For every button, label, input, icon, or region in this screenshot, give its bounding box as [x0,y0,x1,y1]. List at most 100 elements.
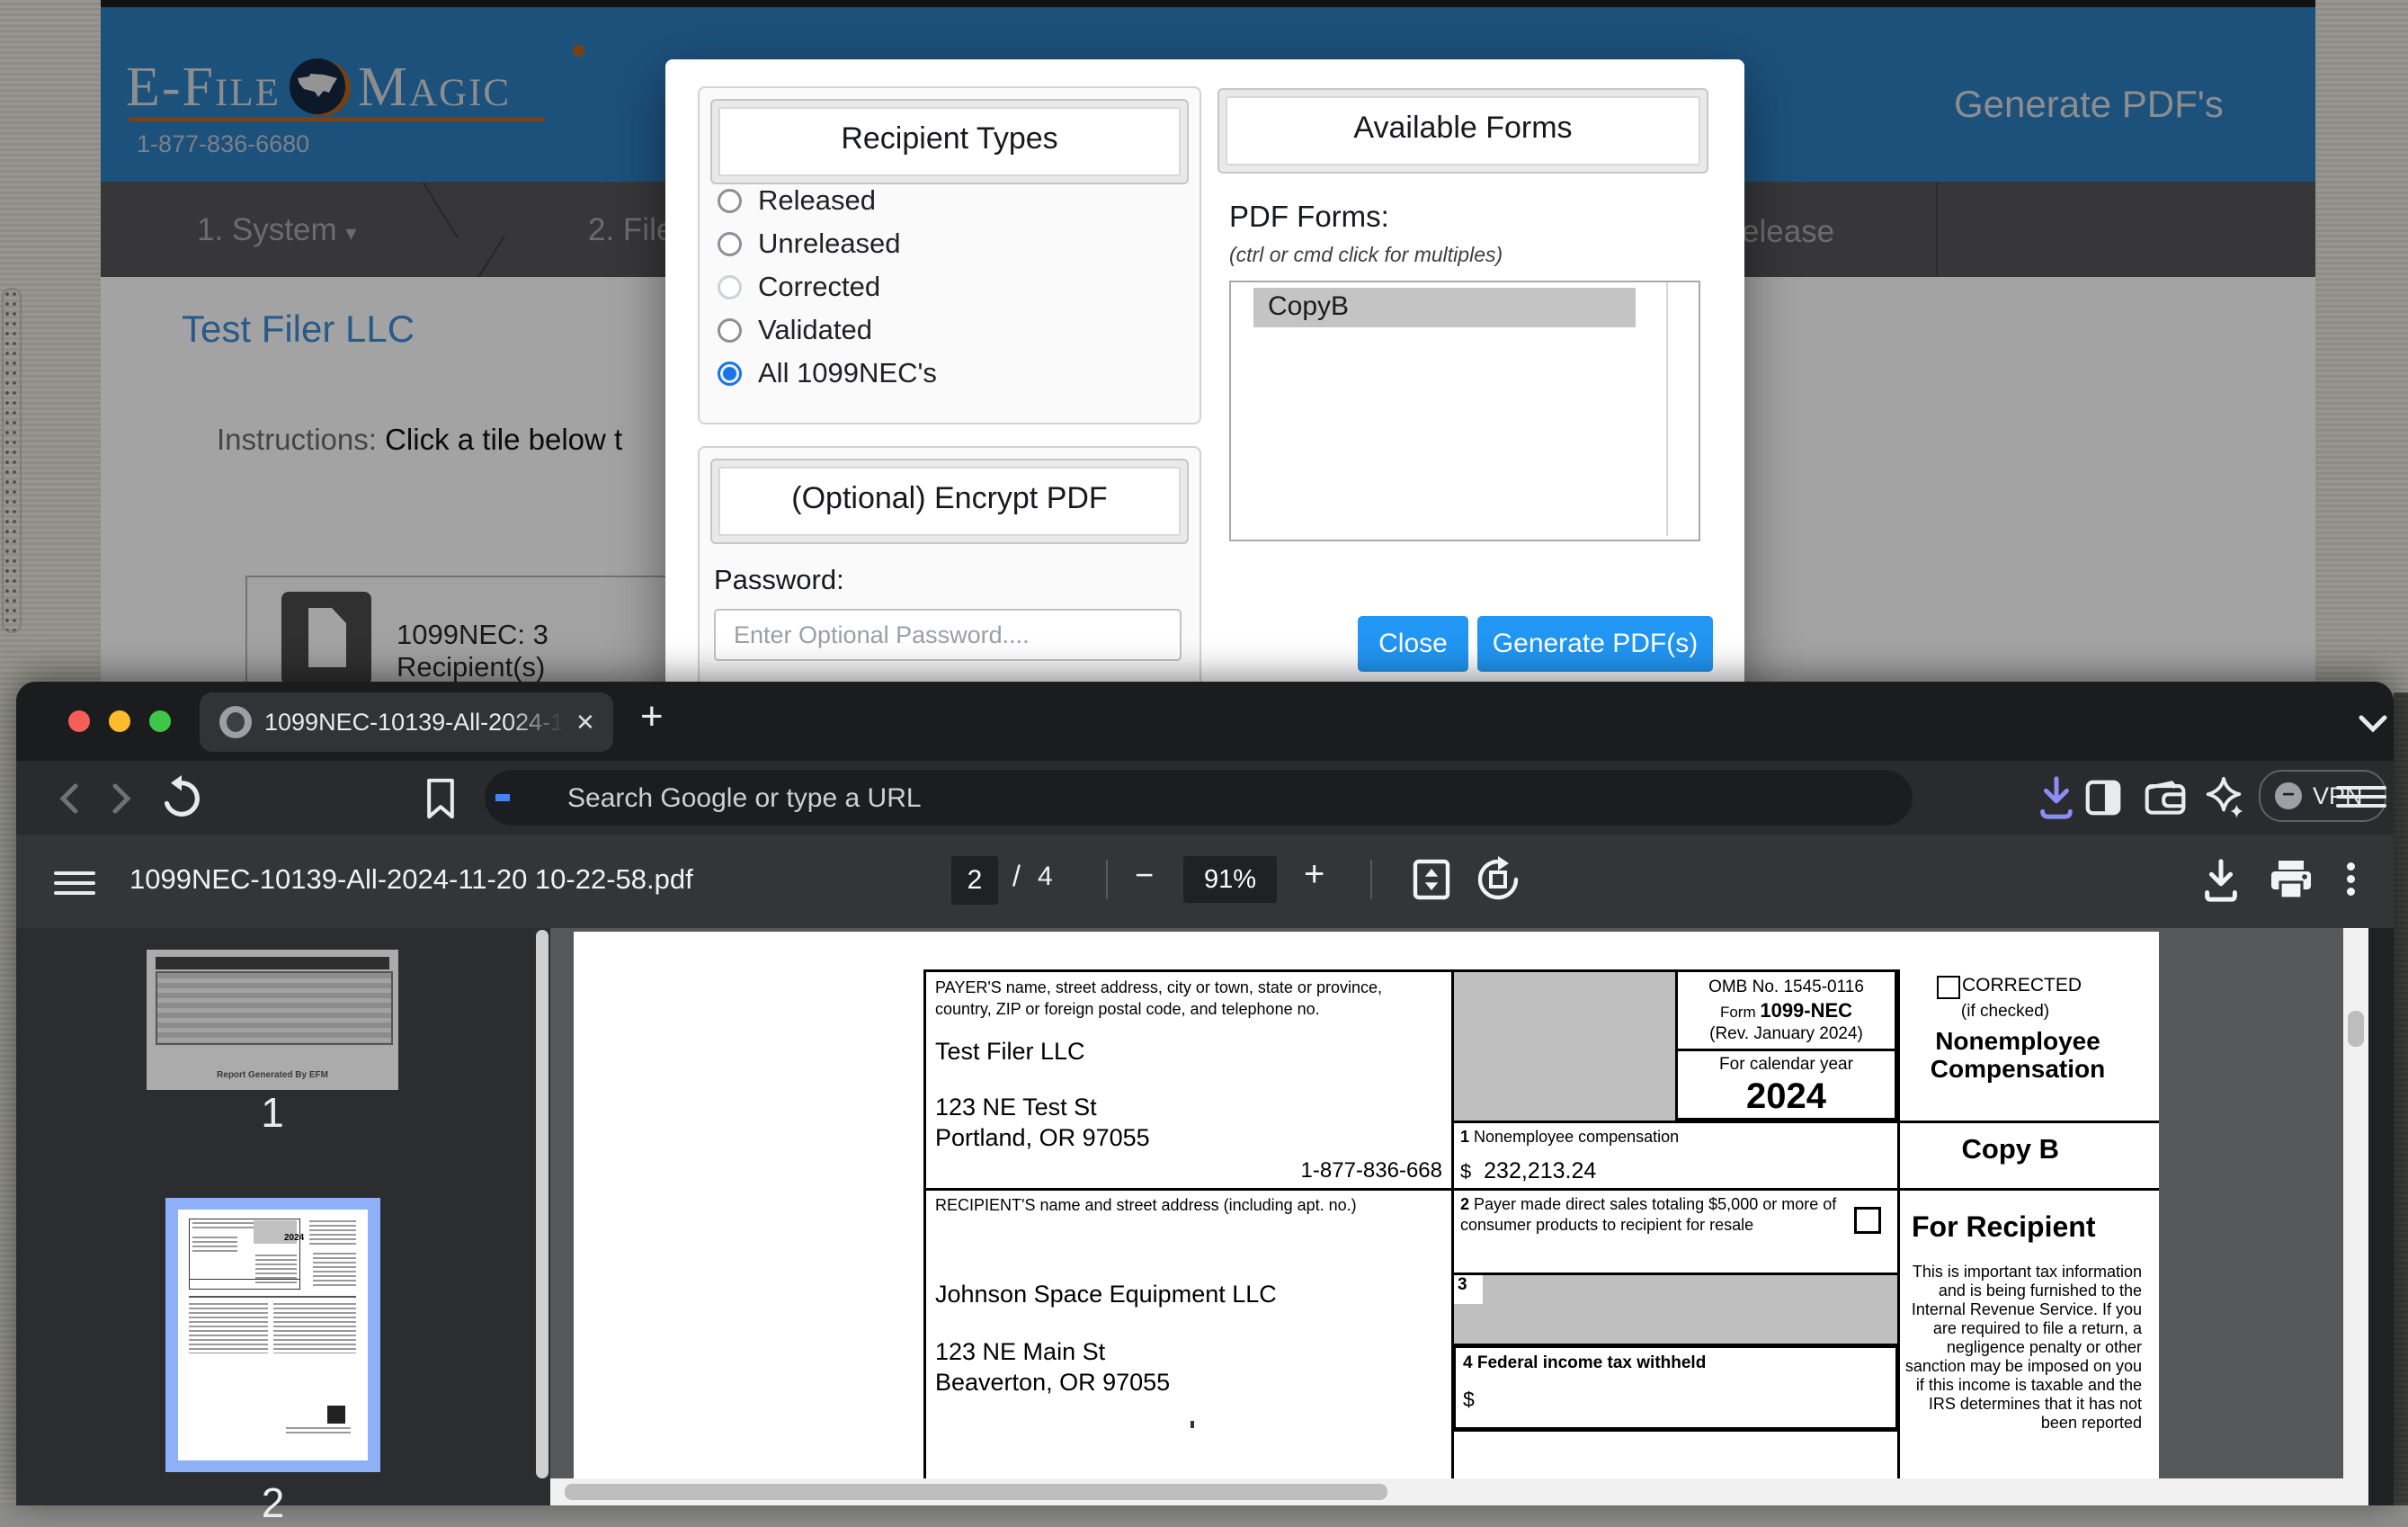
radio-all-1099nec[interactable]: All 1099NEC's [718,357,937,389]
desktop-right-dark [2394,692,2408,1505]
desktop-right-strip [2315,0,2408,692]
pdf-page: OMB No. 1545-0116 Form 1099-NEC (Rev. Ja… [574,932,2159,1478]
pdf-forms-label: PDF Forms: [1229,200,1389,234]
omb-number: OMB No. 1545-0116 [1678,978,1895,997]
bookmark-icon[interactable] [421,775,460,822]
thumbnail2-label: 2 [165,1478,380,1527]
viewer-vscrollbar[interactable] [2343,928,2368,1505]
tab-favicon [219,706,252,738]
corrected-label: CORRECTED [1962,975,2082,996]
radio-label: All 1099NEC's [758,357,937,389]
back-icon[interactable] [52,779,85,818]
omb-box: OMB No. 1545-0116 Form 1099-NEC (Rev. Ja… [1675,969,1897,1121]
address-bar-text: Search Google or type a URL [567,783,922,814]
pdf-forms-hint: (ctrl or cmd click for multiples) [1229,243,1503,267]
pdf-filename: 1099NEC-10139-All-2024-11-20 10-22-58.pd… [129,863,693,896]
page-total: 4 [1038,862,1053,892]
payer-address2: Portland, OR 97055 [935,1124,1150,1152]
box3-area [1454,1275,1897,1344]
encrypt-pdf-header: (Optional) Encrypt PDF [710,459,1189,544]
form-number: 1099-NEC [1760,999,1852,1022]
radio-icon-selected[interactable] [718,362,742,386]
payer-phone: 1-877-836-668 [1203,1158,1442,1183]
pdf-viewer-canvas[interactable]: OMB No. 1545-0116 Form 1099-NEC (Rev. Ja… [550,928,2368,1505]
recipient-types-title: Recipient Types [718,107,1181,176]
tab-close-icon[interactable]: ✕ [575,709,595,737]
address-bar[interactable]: Search Google or type a URL [485,770,1913,826]
encrypt-pdf-group: (Optional) Encrypt PDF Password: [698,446,1201,710]
pdf-sidebar-toggle-icon[interactable] [54,865,95,901]
thumbnail-sidebar: Report Generated By EFM 1 2024 [16,928,550,1505]
encrypt-pdf-title: (Optional) Encrypt PDF [718,467,1181,536]
payer-label: PAYER'S name, street address, city or to… [935,977,1434,1020]
browser-toolbar: Search Google or type a URL − VPN [16,761,2394,835]
split-view-icon[interactable] [2082,777,2124,818]
forward-icon[interactable] [106,779,138,818]
speaker-grille [2,288,22,633]
box4: 4 Federal income tax withheld $ [1451,1344,1900,1432]
zoom-level[interactable]: 91% [1183,856,1277,903]
download-pdf-icon[interactable] [2199,858,2243,903]
radio-released[interactable]: Released [718,184,876,217]
radio-unreleased[interactable]: Unreleased [718,228,901,260]
browser-menu-icon[interactable] [2336,781,2386,813]
pdf-forms-listbox[interactable]: CopyB [1229,281,1700,541]
payer-tin-area [1454,972,1675,1121]
radio-label: Released [758,184,876,217]
recipient-name: Johnson Space Equipment LLC [935,1281,1277,1308]
tab-strip: 1099NEC-10139-All-2024-11 ✕ + [16,682,2394,761]
rotate-icon[interactable] [1475,856,1521,903]
zoom-in-button[interactable]: + [1304,854,1324,895]
minimize-window-button[interactable] [109,710,130,732]
generate-pdf-dialog: Recipient Types Released Unreleased Corr… [665,59,1744,707]
thumbnail-page-2[interactable]: 2024 [165,1198,380,1472]
payer-name: Test Filer LLC [935,1038,1085,1066]
radio-corrected[interactable]: Corrected [718,271,880,303]
toolbar-divider [1370,860,1372,899]
close-button[interactable]: Close [1358,616,1468,672]
calendar-year: 2024 [1678,1076,1895,1117]
radio-validated[interactable]: Validated [718,314,872,346]
listbox-scrollbar[interactable] [1666,282,1668,536]
new-tab-button[interactable]: + [640,694,664,739]
copy-b-label: Copy B [1904,1133,2059,1165]
recipient-address2: Beaverton, OR 97055 [935,1369,1170,1397]
recipient-note: This is important tax information and is… [1903,1263,2142,1433]
sidebar-scrollbar[interactable] [536,930,548,1478]
vpn-status-icon: − [2275,782,2302,809]
kebab-menu-icon[interactable] [2347,858,2355,900]
page-number-input[interactable] [951,856,998,905]
thumbnail-page-1[interactable]: Report Generated By EFM [147,950,398,1090]
box3-chip: 3 [1454,1275,1483,1304]
thumbnail1-label: 1 [147,1088,398,1137]
radio-label: Corrected [758,271,880,303]
box1-amount: $ 232,213.24 [1460,1158,1596,1184]
if-checked-label: (if checked) [1897,1002,2113,1022]
thumbnail1-caption: Report Generated By EFM [147,1070,398,1080]
browser-tab[interactable]: 1099NEC-10139-All-2024-11 ✕ [200,692,613,752]
download-nav-icon[interactable] [2036,775,2077,820]
password-input[interactable] [714,609,1182,661]
zoom-out-button[interactable]: − [1135,856,1154,894]
radio-icon[interactable] [718,189,742,213]
generate-pdfs-button[interactable]: Generate PDF(s) [1477,616,1713,672]
box4-dollar: $ [1463,1388,1895,1412]
close-window-button[interactable] [68,710,90,732]
viewer-hscrollbar[interactable] [550,1478,2343,1505]
maximize-window-button[interactable] [149,710,171,732]
radio-icon[interactable] [718,232,742,256]
toolbar-divider [1106,860,1108,899]
box2-checkbox [1854,1207,1881,1234]
list-option-copyb[interactable]: CopyB [1253,288,1636,327]
fit-page-icon[interactable] [1408,856,1455,903]
radio-icon[interactable] [718,318,742,343]
radio-icon[interactable] [718,275,742,299]
wallet-icon[interactable] [2144,777,2187,818]
sparkle-icon[interactable] [2201,775,2246,820]
print-icon[interactable] [2268,858,2314,903]
tab-search-chevron-icon[interactable] [2358,714,2388,734]
form-title: NonemployeeCompensation [1897,1027,2138,1083]
reload-icon[interactable] [158,775,205,822]
page-separator: / [1012,860,1021,893]
payer-address1: 123 NE Test St [935,1094,1097,1121]
